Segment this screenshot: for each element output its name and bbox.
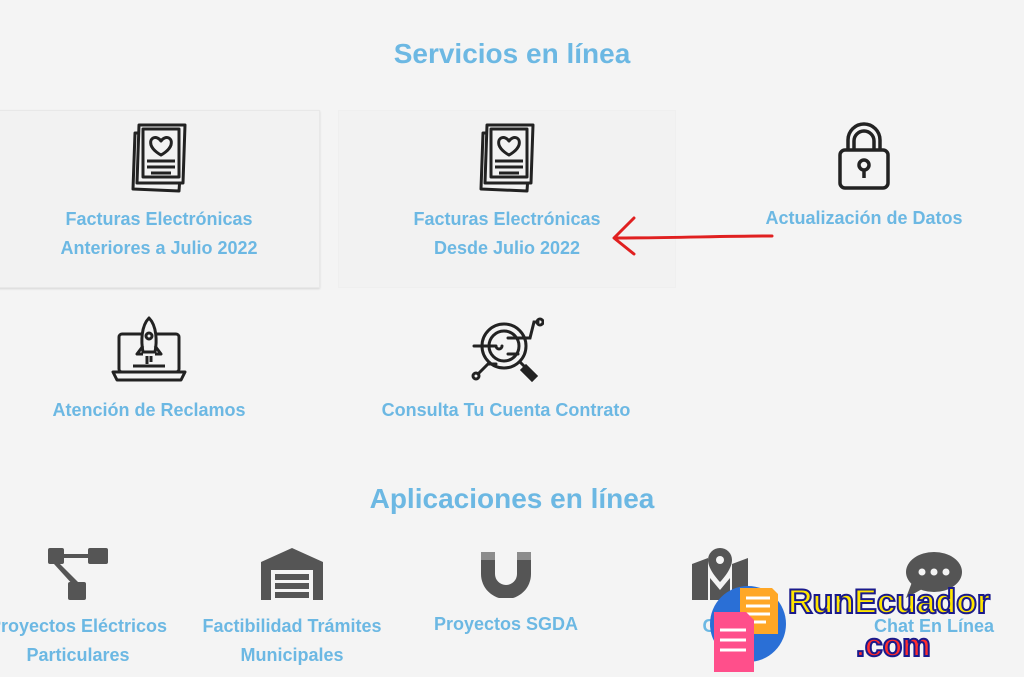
warehouse-icon (261, 548, 323, 600)
laptop-rocket-icon (111, 316, 187, 382)
service-label: Facturas Electrónicas Anteriores a Julio… (60, 209, 258, 258)
app-card-sgda-projects[interactable]: Proyectos SGDA (410, 548, 602, 677)
invoice-heart-icon (479, 123, 535, 193)
service-card-invoices-before-july-2022[interactable]: Facturas Electrónicas Anteriores a Julio… (0, 110, 320, 288)
apps-title: Aplicaciones en línea (369, 483, 655, 514)
services-title: Servicios en línea (393, 38, 631, 69)
service-label: Atención de Reclamos (52, 400, 246, 420)
app-label: Proyectos SGDA (433, 614, 579, 634)
padlock-icon (838, 122, 890, 190)
app-label: Factibilidad Trámites Municipales (202, 616, 382, 665)
service-label: Actualización de Datos (765, 208, 963, 228)
service-label: Consulta Tu Cuenta Contrato (381, 400, 631, 420)
app-card-municipal-procedures[interactable]: Factibilidad Trámites Municipales (196, 548, 388, 677)
service-card-claims[interactable]: Atención de Reclamos (0, 306, 298, 436)
service-card-account-query[interactable]: Consulta Tu Cuenta Contrato (356, 306, 656, 436)
service-card-invoices-since-july-2022[interactable]: Facturas Electrónicas Desde Julio 2022 (338, 110, 676, 288)
app-label: Proyectos Eléctricos Particulares (0, 616, 168, 665)
watermark-domain: .com (855, 626, 932, 664)
magnifier-circuit-icon (471, 317, 544, 383)
watermark-name: RunEcuador (787, 582, 991, 622)
magnet-icon (481, 552, 531, 598)
invoice-heart-icon (131, 123, 187, 193)
sitemap-icon (48, 548, 108, 600)
app-card-electric-projects[interactable]: Proyectos Eléctricos Particulares (0, 548, 176, 677)
service-card-data-update[interactable]: Actualización de Datos (704, 110, 1024, 286)
